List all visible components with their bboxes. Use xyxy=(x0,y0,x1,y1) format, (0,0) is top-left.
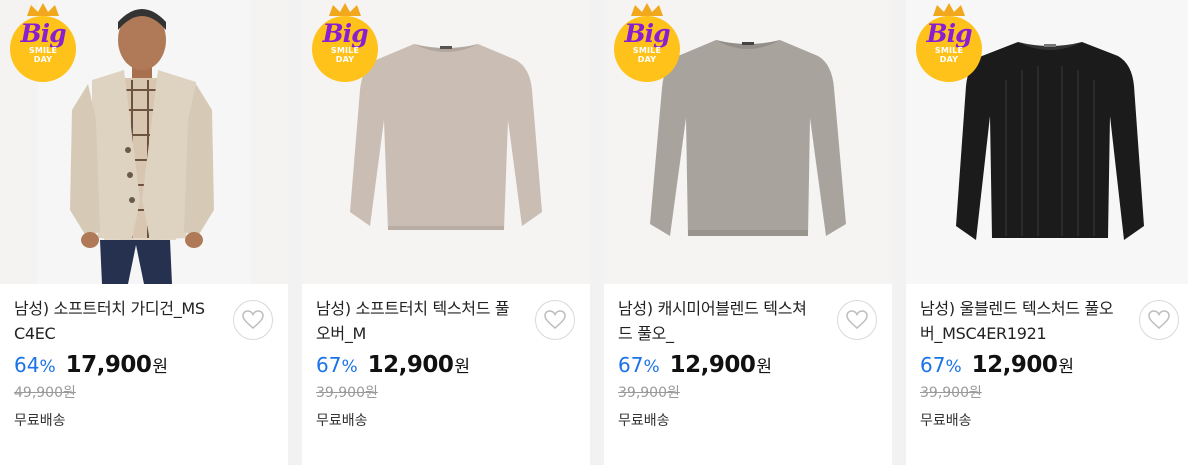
wishlist-button[interactable] xyxy=(535,300,575,340)
shipping-label: 무료배송 xyxy=(316,413,368,429)
heart-icon xyxy=(1148,310,1170,329)
price-row: 64% 17,900 원 xyxy=(14,352,274,380)
product-grid: Big SMILE DAY 남성) 소프트터치 가디건_MSC4EC 64% 1… xyxy=(0,0,1188,465)
currency-unit: 원 xyxy=(1058,357,1075,377)
product-title[interactable]: 남성) 소프트터치 텍스처드 풀오버_M xyxy=(316,296,516,346)
wishlist-button[interactable] xyxy=(233,300,273,340)
currency-unit: 원 xyxy=(454,357,471,377)
badge-big-text: Big xyxy=(926,19,972,48)
product-title[interactable]: 남성) 캐시미어블렌드 텍스쳐드 풀오_ xyxy=(618,296,818,346)
heart-icon xyxy=(544,310,566,329)
shipping-label: 무료배송 xyxy=(618,413,670,429)
product-card[interactable]: Big SMILE DAY 남성) 캐시미어블렌드 텍스쳐드 풀오_ 67% 1… xyxy=(604,0,892,465)
product-image[interactable]: Big SMILE DAY xyxy=(604,0,892,284)
badge-day-text: DAY xyxy=(33,55,53,64)
heart-icon xyxy=(846,310,868,329)
heart-icon xyxy=(242,310,264,329)
big-smile-day-badge: Big SMILE DAY xyxy=(613,2,681,82)
product-card[interactable]: Big SMILE DAY 남성) 소프트터치 텍스처드 풀오버_M 67% 1… xyxy=(302,0,590,465)
currency-unit: 원 xyxy=(756,357,773,377)
currency-unit: 원 xyxy=(152,357,169,377)
wishlist-button[interactable] xyxy=(837,300,877,340)
price-row: 67% 12,900 원 xyxy=(618,352,878,380)
badge-day-text: DAY xyxy=(637,55,657,64)
original-price: 39,900원 xyxy=(316,385,378,401)
sale-price: 12,900 xyxy=(669,352,756,378)
discount-rate: 67% xyxy=(920,353,962,377)
badge-big-text: Big xyxy=(624,19,670,48)
price-row: 67% 12,900 원 xyxy=(316,352,576,380)
product-title[interactable]: 남성) 소프트터치 가디건_MSC4EC xyxy=(14,296,214,346)
original-price: 39,900원 xyxy=(618,385,680,401)
big-smile-day-badge: Big SMILE DAY xyxy=(9,2,77,82)
price-row: 67% 12,900 원 xyxy=(920,352,1180,380)
sale-price: 12,900 xyxy=(367,352,454,378)
sale-price: 17,900 xyxy=(65,352,152,378)
discount-rate: 67% xyxy=(618,353,660,377)
product-title[interactable]: 남성) 울블렌드 텍스처드 풀오버_MSC4ER1921 xyxy=(920,296,1120,346)
sale-price: 12,900 xyxy=(971,352,1058,378)
product-image[interactable]: Big SMILE DAY xyxy=(302,0,590,284)
badge-day-text: DAY xyxy=(335,55,355,64)
wishlist-button[interactable] xyxy=(1139,300,1179,340)
shipping-label: 무료배송 xyxy=(14,413,66,429)
discount-rate: 67% xyxy=(316,353,358,377)
badge-day-text: DAY xyxy=(939,55,959,64)
original-price: 39,900원 xyxy=(920,385,982,401)
product-card[interactable]: Big SMILE DAY 남성) 소프트터치 가디건_MSC4EC 64% 1… xyxy=(0,0,288,465)
badge-big-text: Big xyxy=(20,19,66,48)
big-smile-day-badge: Big SMILE DAY xyxy=(311,2,379,82)
product-card[interactable]: Big SMILE DAY 남성) 울블렌드 텍스처드 풀오버_MSC4ER19… xyxy=(906,0,1188,465)
big-smile-day-badge: Big SMILE DAY xyxy=(915,2,983,82)
original-price: 49,900원 xyxy=(14,385,76,401)
shipping-label: 무료배송 xyxy=(920,413,972,429)
discount-rate: 64% xyxy=(14,353,56,377)
badge-big-text: Big xyxy=(322,19,368,48)
product-image[interactable]: Big SMILE DAY xyxy=(906,0,1188,284)
product-image[interactable]: Big SMILE DAY xyxy=(0,0,288,284)
